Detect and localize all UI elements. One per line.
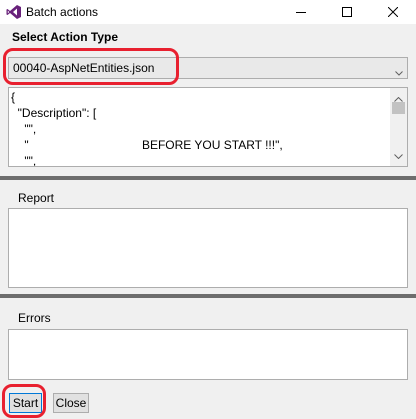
chevron-down-icon: [395, 65, 403, 79]
json-line: "",: [11, 122, 37, 136]
report-textbox[interactable]: [8, 208, 408, 288]
json-line: "",: [11, 154, 37, 167]
json-line: "Description": [: [11, 106, 97, 120]
errors-label: Errors: [18, 311, 51, 325]
title-bar: Batch actions: [0, 0, 416, 24]
window-title: Batch actions: [26, 5, 99, 19]
minimize-button[interactable]: [278, 0, 324, 24]
splitter-top[interactable]: [0, 176, 416, 180]
start-highlight-annotation: [2, 384, 46, 418]
json-preview-textarea[interactable]: { "Description": [ "", " BEFORE YOU STAR…: [8, 87, 408, 167]
json-line: {: [11, 90, 16, 104]
maximize-button[interactable]: [324, 0, 370, 24]
close-button[interactable]: Close: [53, 393, 89, 413]
errors-textbox[interactable]: [8, 329, 408, 380]
select-action-type-label: Select Action Type: [12, 30, 119, 44]
close-window-button[interactable]: [370, 0, 416, 24]
scroll-thumb[interactable]: [392, 102, 405, 114]
json-line: " BEFORE YOU START !!!",: [11, 138, 283, 152]
splitter-bottom[interactable]: [0, 294, 416, 298]
visual-studio-icon: [6, 4, 22, 20]
vertical-scrollbar[interactable]: [390, 88, 407, 166]
scroll-down-icon[interactable]: [394, 148, 403, 162]
report-label: Report: [18, 191, 55, 205]
dropdown-highlight-annotation: [3, 48, 179, 85]
